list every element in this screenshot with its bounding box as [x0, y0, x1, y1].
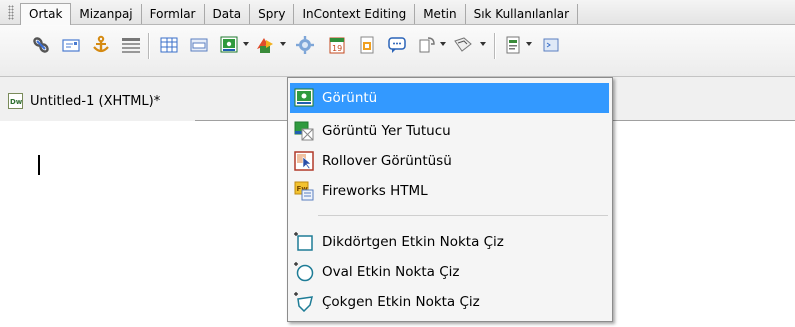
tab-incontext-editing[interactable]: InContext Editing — [294, 4, 416, 24]
menu-item-rollover-image[interactable]: Rollover Görüntüsü — [290, 146, 609, 176]
menu-item-image[interactable]: Görüntü — [290, 83, 609, 113]
menu-item-polygon-hotspot[interactable]: Çokgen Etkin Nokta Çiz — [290, 287, 609, 317]
tab-mizanpaj[interactable]: Mizanpaj — [71, 4, 142, 24]
head-icon[interactable] — [416, 34, 438, 56]
menu-item-image-placeholder[interactable]: Görüntü Yer Tutucu — [290, 116, 609, 146]
document-tab[interactable]: Untitled-1 (XHTML)* — [0, 84, 195, 121]
insert-bar-tabs: Ortak Mizanpaj Formlar Data Spry InConte… — [20, 3, 579, 25]
date-icon[interactable]: 19 — [326, 34, 348, 56]
tab-data[interactable]: Data — [205, 4, 251, 24]
insert-toolbar: 19 — [0, 25, 795, 77]
hyperlink-icon[interactable] — [30, 34, 52, 56]
menu-item-label: Çokgen Etkin Nokta Çiz — [322, 294, 480, 310]
dreamweaver-file-icon — [8, 93, 23, 109]
script-icon[interactable] — [452, 34, 474, 56]
insert-div-icon[interactable] — [188, 34, 210, 56]
document-title: Untitled-1 (XHTML)* — [30, 94, 161, 109]
insert-bar: Ortak Mizanpaj Formlar Data Spry InConte… — [0, 0, 795, 25]
menu-item-label: Dikdörtgen Etkin Nokta Çiz — [322, 234, 504, 250]
widget-icon[interactable] — [294, 34, 316, 56]
menu-item-label: Görüntü — [322, 90, 378, 106]
polygon-hotspot-icon — [294, 292, 314, 313]
horizontal-rule-icon[interactable] — [120, 34, 142, 56]
comment-icon[interactable] — [386, 34, 408, 56]
tab-metin[interactable]: Metin — [415, 4, 466, 24]
tab-sik-kullanilanlar[interactable]: Sık Kullanılanlar — [466, 4, 579, 24]
rollover-image-icon — [294, 151, 314, 171]
fireworks-html-icon: Fw — [294, 181, 314, 201]
menu-separator — [318, 215, 608, 216]
table-icon[interactable] — [158, 34, 180, 56]
images-icon[interactable] — [218, 34, 240, 56]
menu-item-rectangle-hotspot[interactable]: Dikdörtgen Etkin Nokta Çiz — [290, 227, 609, 257]
media-icon[interactable] — [254, 34, 276, 56]
tab-formlar[interactable]: Formlar — [142, 4, 205, 24]
image-placeholder-icon — [294, 121, 314, 141]
image-icon — [294, 88, 314, 108]
images-dropdown-menu: Görüntü Görüntü Yer Tutucu Rollover Görü… — [287, 77, 613, 322]
menu-item-fireworks-html[interactable]: Fw Fireworks HTML — [290, 176, 609, 206]
tab-spry[interactable]: Spry — [250, 4, 295, 24]
tag-chooser-icon[interactable] — [540, 34, 562, 56]
email-link-icon[interactable] — [60, 34, 82, 56]
menu-item-oval-hotspot[interactable]: Oval Etkin Nokta Çiz — [290, 257, 609, 287]
server-side-include-icon[interactable] — [356, 34, 378, 56]
menu-item-label: Görüntü Yer Tutucu — [322, 123, 451, 139]
tab-ortak[interactable]: Ortak — [20, 3, 72, 25]
rectangle-hotspot-icon — [294, 232, 314, 252]
svg-text:19: 19 — [332, 44, 342, 53]
oval-hotspot-icon — [294, 262, 314, 282]
menu-item-label: Oval Etkin Nokta Çiz — [322, 264, 460, 280]
text-caret — [38, 155, 40, 175]
named-anchor-icon[interactable] — [90, 34, 112, 56]
templates-icon[interactable] — [502, 34, 524, 56]
menu-item-label: Rollover Görüntüsü — [322, 153, 452, 169]
menu-item-label: Fireworks HTML — [322, 183, 428, 199]
panel-grip-icon[interactable] — [8, 5, 14, 20]
